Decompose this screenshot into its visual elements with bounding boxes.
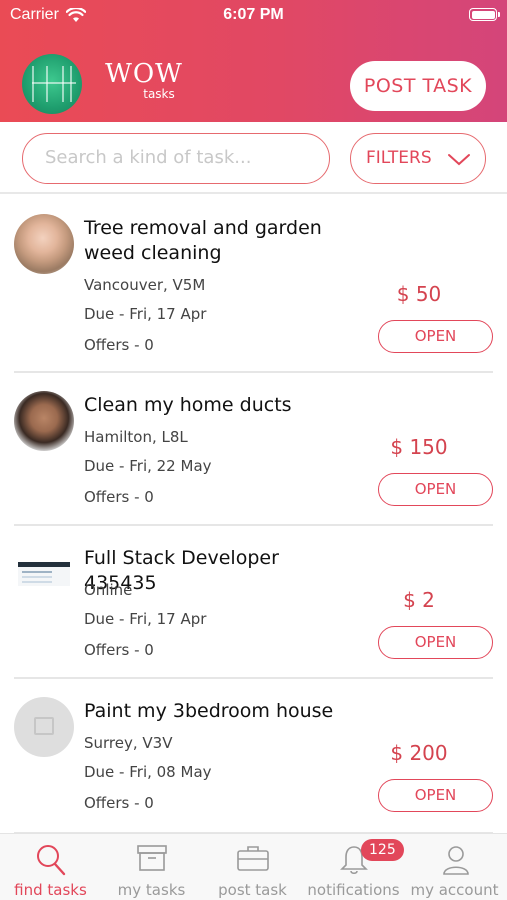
task-location: Surrey, V3V bbox=[84, 734, 173, 752]
open-status-button[interactable]: OPEN bbox=[378, 626, 493, 659]
chevron-down-icon bbox=[448, 154, 470, 166]
clock: 6:07 PM bbox=[223, 6, 284, 23]
task-list-cards: Tree removal and garden weed cleaning Va… bbox=[0, 196, 507, 836]
open-status-button[interactable]: OPEN bbox=[378, 473, 493, 506]
task-price: $ 50 bbox=[396, 282, 442, 306]
app-header: Carrier 6:07 PM WOW tasks POST TASK bbox=[0, 0, 507, 122]
tab-find-tasks[interactable]: find tasks bbox=[0, 834, 101, 900]
task-offers: Offers - 0 bbox=[84, 794, 154, 812]
image-placeholder-icon bbox=[34, 717, 54, 735]
brand-logo: WOW tasks bbox=[102, 60, 186, 100]
avatar bbox=[14, 697, 74, 757]
archive-box-icon bbox=[136, 845, 167, 871]
tab-post-task[interactable]: post task bbox=[202, 834, 303, 900]
status-bar: Carrier 6:07 PM bbox=[0, 0, 507, 34]
tab-label: post task bbox=[218, 881, 287, 899]
search-bar-row: Search a kind of task... FILTERS bbox=[0, 122, 507, 194]
tab-my-account[interactable]: my account bbox=[404, 834, 507, 900]
task-title: Clean my home ducts bbox=[84, 394, 292, 416]
task-due-date: Due - Fri, 17 Apr bbox=[84, 305, 207, 323]
task-price: $ 150 bbox=[390, 435, 448, 459]
task-card[interactable]: Full Stack Developer 435435 Online Due -… bbox=[14, 526, 493, 679]
battery-icon bbox=[469, 8, 500, 21]
task-due-date: Due - Fri, 17 Apr bbox=[84, 610, 207, 628]
task-due-date: Due - Fri, 08 May bbox=[84, 763, 212, 781]
app-logo-badge bbox=[22, 54, 82, 114]
task-title: Paint my 3bedroom house bbox=[84, 700, 334, 722]
task-offers: Offers - 0 bbox=[84, 488, 154, 506]
task-card[interactable]: Clean my home ducts Hamilton, L8L Due - … bbox=[14, 373, 493, 526]
brand-name: WOW bbox=[105, 59, 183, 89]
task-due-date: Due - Fri, 22 May bbox=[84, 457, 212, 475]
filters-label: FILTERS bbox=[366, 148, 432, 168]
user-icon bbox=[442, 846, 469, 875]
tab-label: my tasks bbox=[117, 881, 186, 899]
open-status-button[interactable]: OPEN bbox=[378, 779, 493, 812]
tab-label: find tasks bbox=[14, 881, 87, 899]
task-price: $ 200 bbox=[390, 741, 448, 765]
filters-button[interactable]: FILTERS bbox=[350, 133, 486, 184]
tab-label: notifications bbox=[307, 881, 400, 899]
avatar bbox=[14, 214, 74, 274]
task-price: $ 2 bbox=[403, 588, 435, 612]
open-status-button[interactable]: OPEN bbox=[378, 320, 493, 353]
task-offers: Offers - 0 bbox=[84, 641, 154, 659]
briefcase-icon bbox=[236, 846, 269, 871]
task-card[interactable]: Paint my 3bedroom house Surrey, V3V Due … bbox=[14, 679, 493, 834]
tab-my-tasks[interactable]: my tasks bbox=[101, 834, 202, 900]
avatar bbox=[14, 391, 74, 451]
task-location: Hamilton, L8L bbox=[84, 428, 188, 446]
task-location: Vancouver, V5M bbox=[84, 276, 206, 294]
task-offers: Offers - 0 bbox=[84, 336, 154, 354]
brand-subtitle: tasks bbox=[143, 87, 175, 101]
notifications-count-badge: 125 bbox=[361, 839, 404, 861]
task-card[interactable]: Tree removal and garden weed cleaning Va… bbox=[14, 196, 493, 373]
bottom-tab-bar: find tasks my tasks post task 125 notifi… bbox=[0, 833, 507, 900]
tab-label: my account bbox=[410, 881, 499, 899]
tab-notifications[interactable]: 125 notifications bbox=[303, 834, 404, 900]
task-location: Online bbox=[84, 581, 133, 599]
task-title: Tree removal and garden weed cleaning bbox=[84, 217, 322, 264]
post-task-button[interactable]: POST TASK bbox=[350, 61, 486, 111]
search-icon bbox=[36, 845, 65, 876]
avatar bbox=[14, 544, 74, 604]
search-input[interactable]: Search a kind of task... bbox=[22, 133, 330, 184]
